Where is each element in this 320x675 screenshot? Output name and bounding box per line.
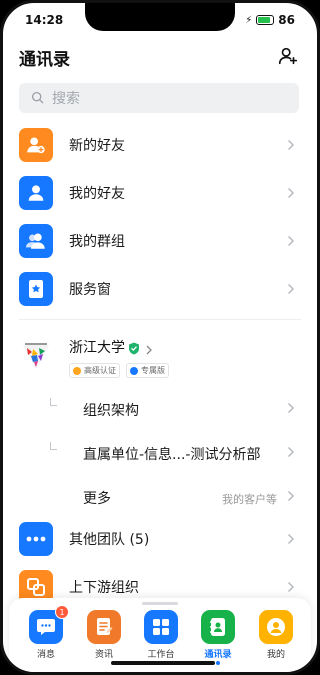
menu-item-my-friends[interactable]: 我的好友 [3, 169, 317, 217]
battery-percent: 86 [278, 13, 295, 27]
badge-exclusive: 专属版 [126, 363, 169, 378]
org-item-label: 组织架构 [83, 403, 139, 419]
tab-label: 消息 [36, 650, 55, 660]
notification-badge: 1 [55, 605, 69, 619]
tab-message[interactable]: 1 消息 [21, 605, 71, 660]
tab-label: 通讯录 [204, 650, 232, 660]
header: 通讯录 [3, 43, 317, 73]
chevron-right-icon [287, 139, 295, 151]
menu-label: 我的好友 [69, 186, 125, 202]
charging-icon: ⚡ [245, 14, 253, 26]
org-badges: 高级认证 专属版 [69, 363, 169, 378]
workbench-icon [144, 610, 178, 644]
chevron-right-icon [287, 402, 295, 414]
service-window-icon [19, 272, 53, 306]
tab-contacts[interactable]: 通讯录 [193, 610, 243, 665]
tab-workbench[interactable]: 工作台 [136, 610, 186, 660]
active-tab-indicator [216, 661, 220, 665]
status-time: 14:28 [25, 13, 64, 27]
tab-label: 我的 [266, 650, 285, 660]
menu-label: 新的好友 [69, 138, 125, 154]
search-icon [31, 89, 44, 108]
menu-label: 我的群组 [69, 234, 125, 250]
search-input[interactable]: 搜索 [19, 83, 299, 113]
org-logo-icon [19, 339, 53, 373]
cert-icon [73, 366, 81, 375]
org-item-direct-unit[interactable]: 直属单位-信息...-测试分析部 [3, 430, 317, 474]
tab-news[interactable]: 资讯 [79, 610, 129, 660]
org-item-label: 直属单位-信息...-测试分析部 [83, 447, 261, 463]
profile-icon [259, 610, 293, 644]
tab-profile[interactable]: 我的 [251, 610, 301, 660]
org-item-note: 我的客户等 [222, 493, 277, 506]
team-menu: 其他团队 (5) 上下游组织 [3, 515, 317, 611]
phone-screen: 14:28 ⚡ 86 通讯录 搜索 新的好友 我的好友 我的群组 服务窗 浙江大… [0, 0, 320, 675]
page-title: 通讯录 [19, 50, 70, 70]
org-name: 浙江大学 [69, 340, 125, 356]
friend-icon [19, 176, 53, 210]
tab-label: 工作台 [147, 650, 175, 660]
menu-item-my-groups[interactable]: 我的群组 [3, 217, 317, 265]
contacts-icon [201, 610, 235, 644]
notch [85, 3, 235, 31]
chevron-right-icon [287, 187, 295, 199]
chevron-right-icon [287, 533, 295, 545]
org-header[interactable]: 浙江大学 高级认证 专属版 [3, 333, 317, 385]
status-bar: 14:28 ⚡ 86 [3, 3, 317, 35]
group-icon [19, 224, 53, 258]
chevron-right-icon [287, 235, 295, 247]
news-icon [87, 610, 121, 644]
message-icon: 1 [29, 605, 69, 644]
chevron-right-icon [287, 446, 295, 458]
org-item-label: 更多 [83, 491, 111, 507]
tab-bar-grip [142, 602, 178, 605]
chevron-right-icon [146, 340, 152, 359]
badge-advanced-cert: 高级认证 [69, 363, 120, 378]
section-divider [19, 319, 301, 320]
menu-item-service-window[interactable]: 服务窗 [3, 265, 317, 313]
new-friend-icon [19, 128, 53, 162]
other-team-icon [19, 522, 53, 556]
battery-icon [256, 15, 275, 25]
org-item-structure[interactable]: 组织架构 [3, 386, 317, 430]
menu-item-new-friend[interactable]: 新的好友 [3, 121, 317, 169]
chevron-right-icon [287, 490, 295, 502]
menu-label: 上下游组织 [69, 580, 139, 596]
status-right: ⚡ 86 [245, 13, 295, 27]
search-placeholder: 搜索 [52, 91, 80, 107]
exclusive-icon [130, 366, 138, 375]
org-item-more[interactable]: 更多 我的客户等 [3, 474, 317, 518]
home-indicator [111, 661, 215, 665]
contact-menu: 新的好友 我的好友 我的群组 服务窗 [3, 121, 317, 313]
tree-connector [50, 442, 57, 450]
menu-label: 其他团队 (5) [69, 532, 150, 548]
chevron-right-icon [287, 283, 295, 295]
chevron-right-icon [287, 581, 295, 593]
tab-label: 资讯 [94, 650, 113, 660]
menu-label: 服务窗 [69, 282, 111, 298]
verified-shield-icon [128, 340, 140, 355]
tree-connector [50, 398, 57, 406]
add-contact-icon[interactable] [277, 45, 301, 69]
menu-item-other-teams[interactable]: 其他团队 (5) [3, 515, 317, 563]
